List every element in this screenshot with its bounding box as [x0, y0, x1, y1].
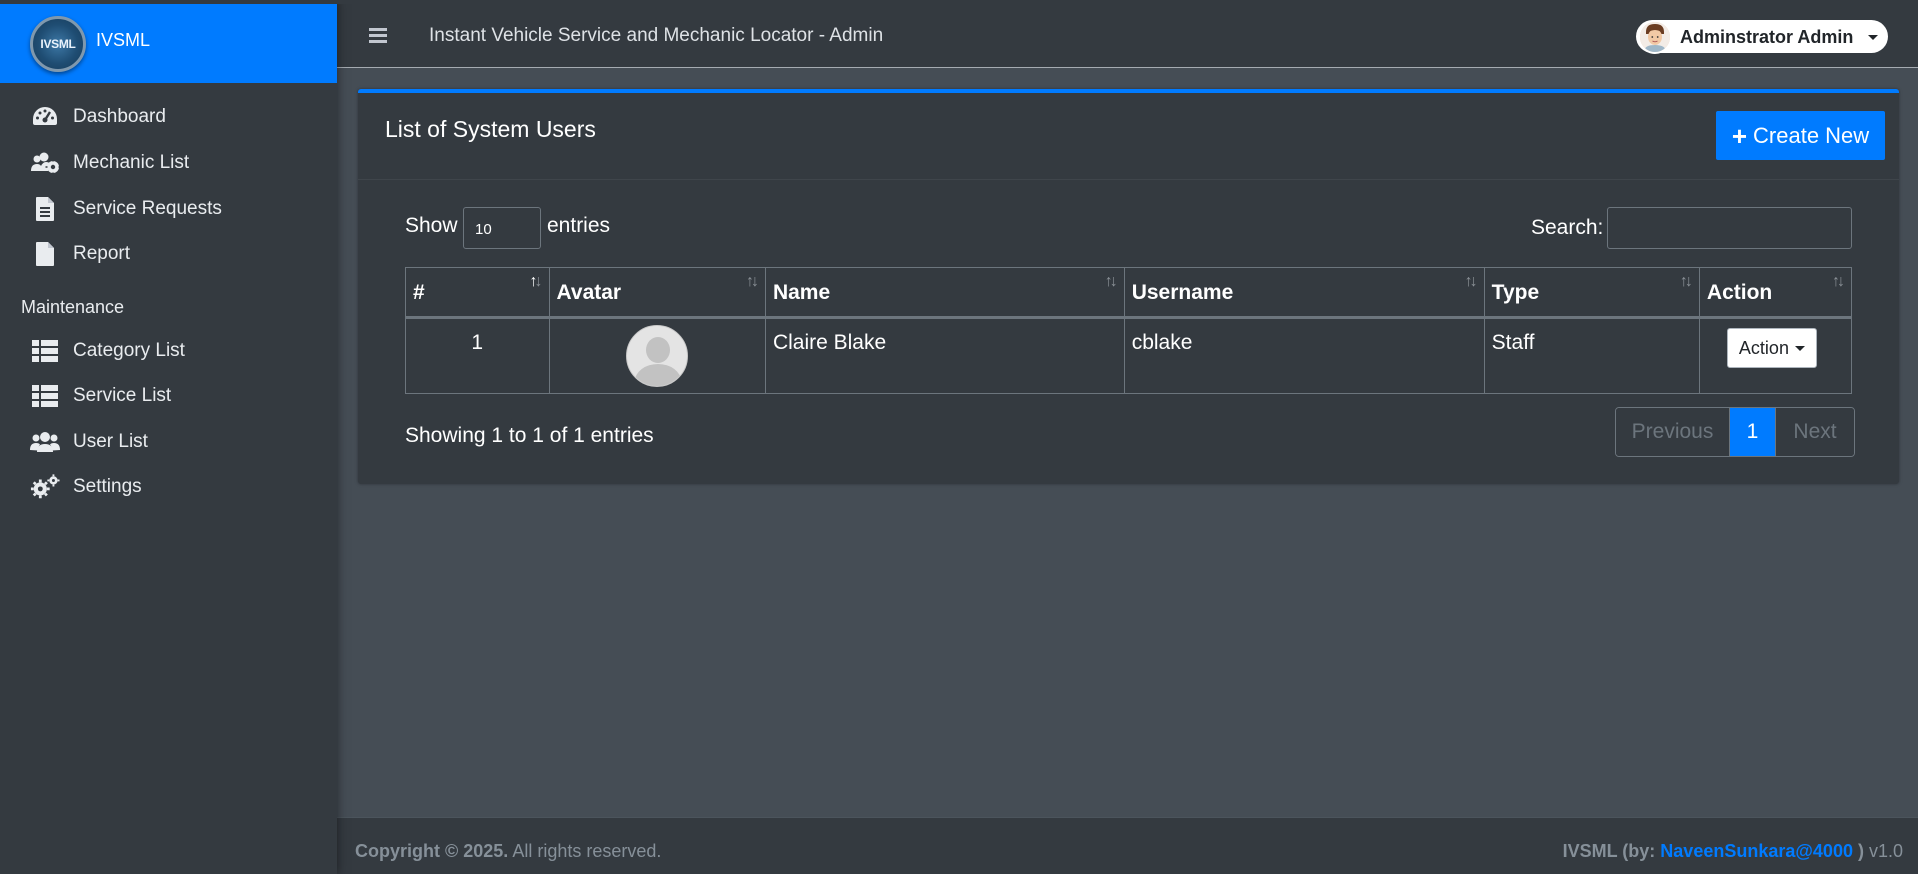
footer-credits: IVSML (by: NaveenSunkara@4000 ) v1.0 — [1563, 841, 1903, 862]
card-header-divider — [358, 179, 1899, 180]
search-label: Search: — [1531, 216, 1604, 239]
sidebar-item-mechanic-list[interactable]: Mechanic List — [0, 142, 337, 184]
table-list-icon — [30, 336, 60, 366]
column-label: Avatar — [556, 281, 622, 304]
window-top-strip — [0, 0, 1918, 4]
column-header-avatar[interactable]: Avatar ↑↓ — [548, 267, 766, 319]
menu-toggle-icon[interactable] — [369, 28, 387, 44]
file-list-icon — [30, 194, 60, 224]
entries-label: entries — [547, 214, 611, 237]
column-label: # — [413, 281, 425, 304]
chevron-down-icon — [1868, 35, 1878, 40]
sort-icon: ↑↓ — [745, 273, 759, 290]
user-avatar — [1638, 20, 1672, 54]
action-dropdown-button[interactable]: Action — [1726, 328, 1817, 368]
brand-logo-text: IVSML — [40, 37, 76, 51]
cell-action: Action — [1698, 317, 1853, 394]
chevron-down-icon — [1794, 345, 1805, 351]
pagination: Previous 1 Next — [1615, 407, 1855, 457]
top-navbar: Instant Vehicle Service and Mechanic Loc… — [337, 4, 1918, 68]
sidebar-item-label: Report — [73, 243, 131, 264]
sidebar-item-report[interactable]: Report — [0, 233, 337, 275]
cell-type: Staff — [1483, 317, 1700, 394]
column-header-username[interactable]: Username ↑↓ — [1123, 267, 1485, 319]
sidebar-item-label: Category List — [73, 340, 185, 361]
credits-prefix: IVSML (by: — [1562, 841, 1661, 861]
version-text: v1.0 — [1863, 841, 1903, 861]
column-label: Username — [1131, 281, 1234, 304]
column-label: Name — [772, 281, 831, 304]
brand-link[interactable]: IVSML IVSML — [0, 4, 337, 83]
sort-icon: ↑↓ — [1832, 273, 1845, 290]
sidebar-item-settings[interactable]: Settings — [0, 466, 337, 508]
create-new-label: Create New — [1753, 122, 1870, 148]
table-info: Showing 1 to 1 of 1 entries — [405, 424, 654, 447]
sidebar-item-label: Dashboard — [73, 106, 166, 127]
sidebar-item-category-list[interactable]: Category List — [0, 330, 337, 372]
footer-copyright: Copyright © 2025. All rights reserved. — [355, 841, 661, 862]
rights-text: All rights reserved. — [508, 841, 662, 861]
sidebar-item-user-list[interactable]: User List — [0, 421, 337, 463]
cell-username: cblake — [1123, 317, 1485, 394]
sidebar-section-header: Maintenance — [21, 297, 125, 317]
users-cog-icon — [30, 148, 60, 178]
users-icon — [30, 427, 60, 457]
footer: Copyright © 2025. All rights reserved. I… — [337, 817, 1918, 874]
show-label: Show — [405, 214, 458, 237]
page-header-title: Instant Vehicle Service and Mechanic Loc… — [429, 25, 884, 46]
sidebar-item-dashboard[interactable]: Dashboard — [0, 96, 337, 138]
column-header-action[interactable]: Action ↑↓ — [1698, 267, 1853, 319]
column-label: Action — [1706, 281, 1773, 304]
pagination-previous[interactable]: Previous — [1616, 408, 1730, 456]
plus-icon: + — [1731, 120, 1748, 151]
author-link[interactable]: NaveenSunkara@4000 — [1660, 841, 1853, 861]
sort-icon: ↑↓ — [1104, 273, 1118, 290]
search-input[interactable] — [1607, 207, 1852, 249]
cell-name: Claire Blake — [764, 317, 1125, 394]
cell-avatar — [548, 317, 766, 394]
cell-number: 1 — [405, 317, 550, 394]
brand-name: IVSML — [96, 30, 151, 50]
tachometer-icon — [30, 102, 60, 132]
brand-logo-icon: IVSML — [30, 16, 86, 72]
sidebar-item-service-requests[interactable]: Service Requests — [0, 188, 337, 230]
sort-icon: ↑↓ — [1679, 273, 1693, 290]
action-label: Action — [1738, 337, 1789, 358]
copyright-text: Copyright © 2025. — [355, 841, 509, 861]
sidebar-item-label: Service List — [73, 385, 172, 406]
cogs-icon — [30, 472, 60, 502]
sort-icon: ↑↓ — [1464, 273, 1478, 290]
sort-asc-icon: ↑↓ — [529, 273, 543, 290]
users-table: # ↑↓ Avatar ↑↓ Name ↑↓ Username ↑↓ Type ↑↓ Ac… — [405, 267, 1853, 394]
pagination-next[interactable]: Next — [1775, 408, 1854, 456]
user-name: Adminstrator Admin — [1680, 27, 1854, 47]
card-title: List of System Users — [385, 116, 596, 142]
table-list-icon — [30, 381, 60, 411]
column-header-name[interactable]: Name ↑↓ — [764, 267, 1125, 319]
file-icon — [30, 239, 60, 269]
sidebar-item-label: User List — [73, 431, 148, 452]
user-menu-dropdown[interactable]: Adminstrator Admin — [1636, 20, 1888, 54]
sidebar-item-label: Settings — [73, 476, 142, 497]
column-label: Type — [1491, 281, 1540, 304]
users-card: List of System Users + Create New Show 1… — [358, 89, 1899, 484]
table-row: 1 Claire Blake cblake Staff Action — [405, 317, 1853, 394]
column-header-number[interactable]: # ↑↓ — [405, 267, 550, 319]
sidebar-item-label: Mechanic List — [73, 152, 190, 173]
create-new-button[interactable]: + Create New — [1716, 111, 1885, 160]
column-header-type[interactable]: Type ↑↓ — [1483, 267, 1700, 319]
table-header-row: # ↑↓ Avatar ↑↓ Name ↑↓ Username ↑↓ Type ↑↓ Ac… — [405, 267, 1853, 319]
credits-suffix: ) — [1852, 841, 1864, 861]
sidebar: IVSML IVSML Dashboard Mechanic List Serv… — [0, 0, 337, 874]
default-avatar-icon — [626, 325, 689, 387]
entries-per-page-select[interactable]: 10 — [463, 207, 541, 249]
pagination-page-1[interactable]: 1 — [1730, 408, 1775, 456]
sidebar-item-service-list[interactable]: Service List — [0, 375, 337, 417]
sidebar-item-label: Service Requests — [73, 198, 222, 219]
